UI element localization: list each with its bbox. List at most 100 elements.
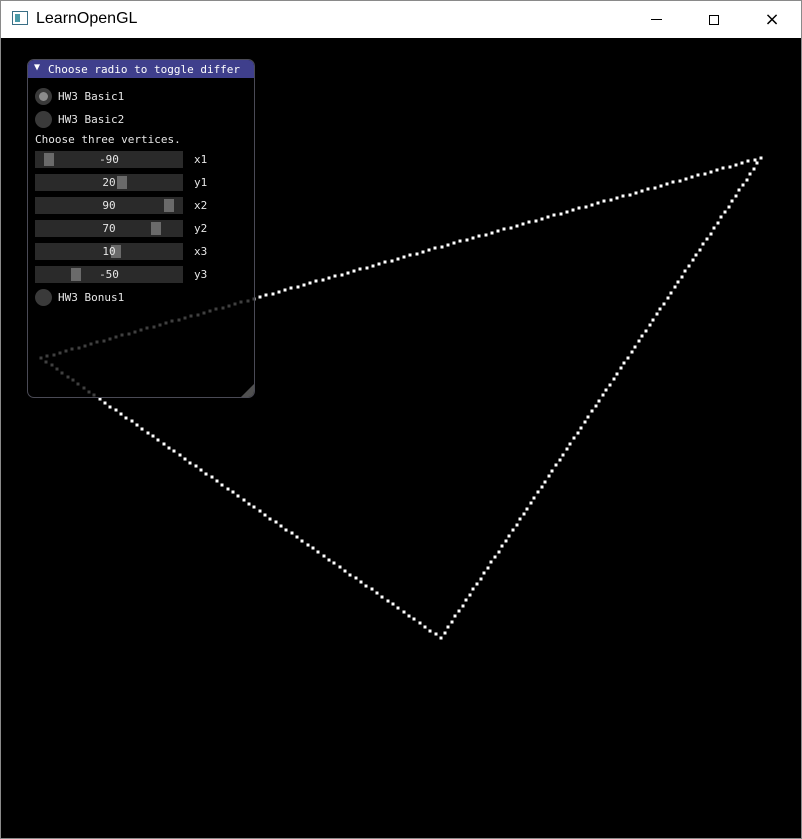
triangle-point [340,273,344,277]
triangle-point [264,293,268,297]
slider-label-y3: y3 [194,268,208,281]
radio-button-basic2[interactable] [35,111,52,128]
triangle-point [651,318,655,322]
radio-button-bonus1[interactable] [35,289,52,306]
title-bar[interactable]: LearnOpenGL × [1,1,801,38]
triangle-point [220,483,224,487]
triangle-point [453,614,457,618]
radio-label-basic2: HW3 Basic2 [58,113,125,126]
triangle-point [748,172,752,176]
triangle-point [162,442,166,446]
triangle-point [568,442,572,446]
triangle-point [696,173,700,177]
triangle-point [188,461,192,465]
triangle-point [534,219,538,223]
panel-title-bar[interactable]: ▼ Choose radio to toggle differ [28,60,254,78]
slider-y3[interactable]: -50 y3 [35,266,207,283]
triangle-point [536,490,540,494]
triangle-point [740,161,744,165]
slider-x1[interactable]: -90 x1 [35,151,207,168]
triangle-point [383,260,387,264]
triangle-point [284,528,288,532]
triangle-point [752,167,756,171]
triangle-point [457,609,461,613]
triangle-point [464,598,468,602]
triangle-point [346,271,350,275]
window-title: LearnOpenGL [36,10,138,27]
slider-label-x3: x3 [194,245,208,258]
triangle-point [236,494,240,498]
triangle-point [550,469,554,473]
slider-x3[interactable]: 10 x3 [35,243,207,260]
triangle-point [703,172,707,176]
slider-y1[interactable]: 20 y1 [35,174,207,191]
triangle-point [371,264,375,268]
triangle-point [678,179,682,183]
triangle-point [283,288,287,292]
triangle-point [306,543,310,547]
triangle-point [327,276,331,280]
triangle-point [546,215,550,219]
slider-x2[interactable]: 90 x2 [35,197,207,214]
triangle-point [673,285,677,289]
triangle-point [468,593,472,597]
maximize-icon [709,14,719,25]
triangle-point [108,405,112,409]
triangle-point [734,194,738,198]
triangle-point [719,215,723,219]
maximize-button[interactable] [685,1,743,38]
triangle-point [375,591,379,595]
triangle-point [529,501,533,505]
triangle-point [509,226,513,230]
triangle-point [300,539,304,543]
slider-value-y3: -50 [99,268,119,281]
triangle-point [199,468,203,472]
triangle-point [684,177,688,181]
close-button[interactable]: × [743,1,801,38]
triangle-point [504,539,508,543]
collapse-arrow-icon[interactable]: ▼ [34,62,40,73]
triangle-point [359,580,363,584]
triangle-point [634,191,638,195]
triangle-point [408,253,412,257]
minimize-button[interactable] [627,1,685,38]
triangle-point [608,383,612,387]
triangle-point [653,186,657,190]
radio-button-basic1[interactable] [35,88,52,105]
triangle-point [687,264,691,268]
triangle-point [540,217,544,221]
triangle-point [172,449,176,453]
resize-grip-icon[interactable] [241,384,254,397]
triangle-point [252,505,256,509]
triangle-point [676,280,680,284]
triangle-point [644,329,648,333]
slider-label-y2: y2 [194,222,208,235]
slider-value-x1: -90 [99,153,119,166]
triangle-point [479,577,483,581]
triangle-point [458,239,462,243]
triangle-point [242,498,246,502]
triangle-point [396,257,400,261]
triangle-point [597,399,601,403]
triangle-point [477,234,481,238]
triangle-point [364,584,368,588]
triangle-point [327,558,331,562]
triangle-point [721,166,725,170]
triangle-point [552,213,556,217]
triangle-point [571,208,575,212]
triangle-point [746,159,750,163]
triangle-point [518,517,522,521]
triangle-point [561,453,565,457]
triangle-point [577,206,581,210]
imgui-panel: ▼ Choose radio to toggle differ HW3 Basi… [27,59,255,398]
triangle-point [753,158,757,162]
triangle-point [547,474,551,478]
slider-y2[interactable]: 70 y2 [35,220,207,237]
triangle-point [391,602,395,606]
slider-value-x3: 10 [102,245,116,258]
triangle-point [439,636,443,640]
triangle-point [502,227,506,231]
triangle-point [268,517,272,521]
triangle-point [322,554,326,558]
triangle-point [640,334,644,338]
